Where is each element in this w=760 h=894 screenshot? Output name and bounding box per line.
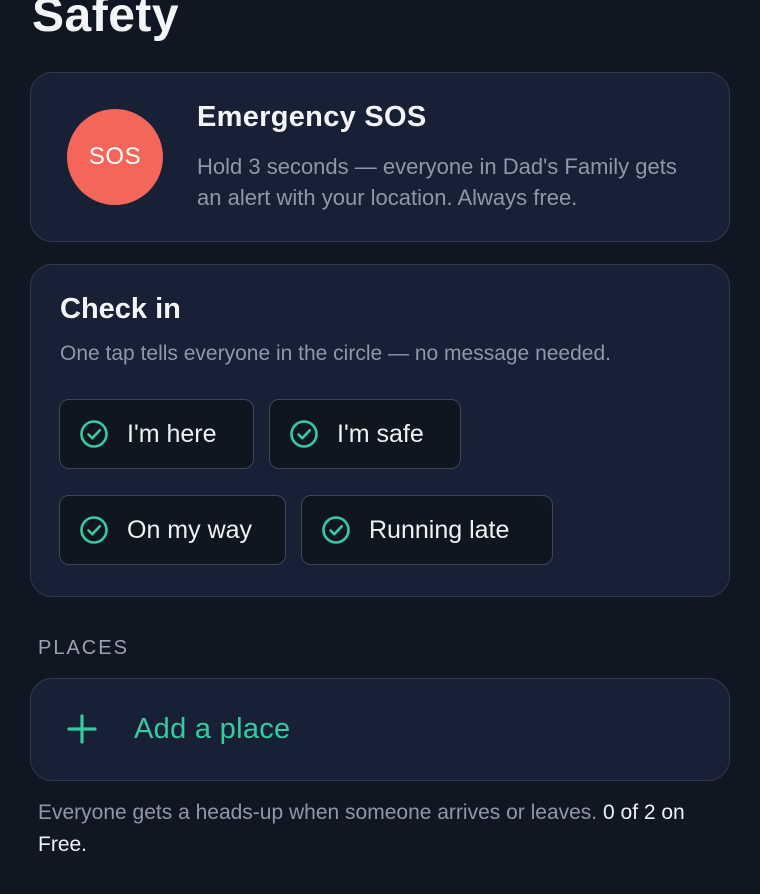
plus-icon xyxy=(67,714,97,744)
check-in-on-my-way-button[interactable]: On my way xyxy=(59,495,286,565)
check-in-running-late-button[interactable]: Running late xyxy=(301,495,553,565)
add-place-button[interactable]: Add a place xyxy=(30,678,730,781)
check-in-option-label: Running late xyxy=(369,515,510,544)
sos-title: Emergency SOS xyxy=(197,101,427,133)
check-circle-icon xyxy=(80,420,108,448)
emergency-sos-card: SOS Emergency SOS Hold 3 seconds — every… xyxy=(30,72,730,242)
sos-button[interactable]: SOS xyxy=(67,109,163,205)
check-in-card: Check in One tap tells everyone in the c… xyxy=(30,264,730,597)
places-section-label: PLACES xyxy=(38,637,129,659)
check-circle-icon xyxy=(80,516,108,544)
check-in-im-here-button[interactable]: I'm here xyxy=(59,399,254,469)
places-footnote: Everyone gets a heads-up when someone ar… xyxy=(38,797,718,861)
check-in-description: One tap tells everyone in the circle — n… xyxy=(60,342,611,365)
add-place-label: Add a place xyxy=(134,713,291,745)
check-in-im-safe-button[interactable]: I'm safe xyxy=(269,399,461,469)
check-in-option-label: I'm here xyxy=(127,419,217,448)
sos-description: Hold 3 seconds — everyone in Dad's Famil… xyxy=(197,154,677,210)
check-circle-icon xyxy=(322,516,350,544)
safety-screen: Safety SOS Emergency SOS Hold 3 seconds … xyxy=(0,0,760,894)
check-in-option-label: On my way xyxy=(127,515,253,544)
page-title: Safety xyxy=(32,0,180,42)
check-in-title: Check in xyxy=(60,293,181,325)
check-in-option-label: I'm safe xyxy=(337,419,424,448)
check-circle-icon xyxy=(290,420,318,448)
places-footnote-text: Everyone gets a heads-up when someone ar… xyxy=(38,801,598,824)
